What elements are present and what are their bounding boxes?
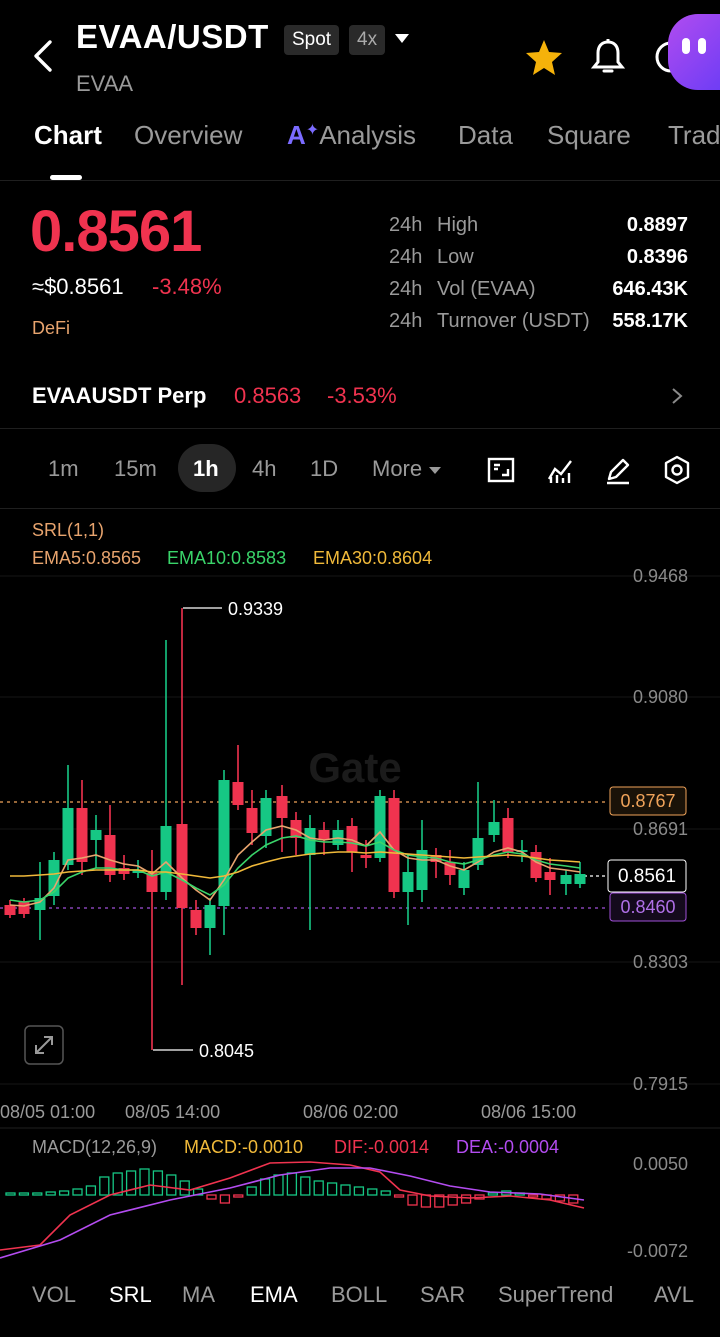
x-axis-tick: 08/06 15:00 xyxy=(481,1102,577,1122)
macd-bar xyxy=(313,1180,324,1196)
indicator-tab-sar[interactable]: SAR xyxy=(420,1282,465,1308)
indicator-tab-vol[interactable]: VOL xyxy=(32,1282,76,1308)
candle-body xyxy=(318,830,330,840)
macd-bar xyxy=(125,1170,137,1196)
candle-body xyxy=(48,860,60,896)
macd-label: MACD(12,26,9) xyxy=(32,1137,158,1157)
macd-histogram xyxy=(5,1168,579,1208)
macd-bar xyxy=(206,1194,217,1200)
candle-body xyxy=(304,828,316,855)
indicator-tab-avl[interactable]: AVL xyxy=(654,1282,694,1308)
candle-body xyxy=(374,796,386,858)
y-axis-tick: 0.7915 xyxy=(632,1074,688,1094)
macd-lines xyxy=(0,1161,585,1259)
candle-body xyxy=(246,808,258,833)
candle-body xyxy=(502,818,514,852)
candle-body xyxy=(276,796,288,818)
candle-body xyxy=(90,830,102,840)
indicator-tab-ema[interactable]: EMA xyxy=(250,1282,298,1308)
macd-bar xyxy=(527,1194,539,1198)
candle-body xyxy=(232,782,244,805)
candle-body xyxy=(76,808,88,862)
macd-bar xyxy=(367,1188,378,1196)
macd-bar xyxy=(460,1194,472,1204)
macd-bar xyxy=(353,1186,365,1196)
candle-body xyxy=(360,855,372,858)
y-axis-tick: 0.9468 xyxy=(632,566,688,586)
macd-bar xyxy=(72,1188,83,1196)
macd-bar xyxy=(300,1176,311,1196)
macd-bar xyxy=(166,1174,177,1196)
candle-body xyxy=(176,824,188,908)
x-axis-tick: 08/05 01:00 xyxy=(0,1102,96,1122)
macd-bar xyxy=(5,1192,16,1196)
macd-bar xyxy=(139,1168,150,1196)
gate-watermark: Gate xyxy=(308,744,401,791)
candlestick-chart[interactable]: Gate 0.9339 0.8045 0.8767 0.8561 0.8460 xyxy=(0,0,720,1262)
macd-bar xyxy=(246,1186,257,1196)
macd-bar xyxy=(45,1191,56,1196)
candle-body xyxy=(4,905,16,915)
y-axis-tick: 0.8691 xyxy=(632,819,688,839)
y-axis-tick: 0.9080 xyxy=(632,687,688,707)
indicator-tab-boll[interactable]: BOLL xyxy=(331,1282,387,1308)
candle-body xyxy=(530,852,542,878)
candle-body xyxy=(574,874,586,884)
macd-dea: DEA:-0.0004 xyxy=(456,1137,560,1157)
low-ref-value: 0.8460 xyxy=(620,897,675,917)
candle-body xyxy=(488,822,500,835)
min-price-label: 0.8045 xyxy=(199,1041,254,1061)
macd-bar xyxy=(233,1194,244,1198)
candle-body xyxy=(204,905,216,928)
macd-bar xyxy=(286,1172,298,1196)
candle-body xyxy=(160,826,172,892)
candle-body xyxy=(62,808,74,865)
x-axis-tick: 08/05 14:00 xyxy=(125,1102,221,1122)
macd-bar xyxy=(152,1170,164,1196)
macd-bar xyxy=(85,1185,97,1196)
macd-bar xyxy=(18,1192,30,1196)
candle-body xyxy=(544,872,556,880)
candle-body xyxy=(402,872,414,892)
macd-bar xyxy=(340,1184,351,1196)
indicator-tab-srl[interactable]: SRL xyxy=(109,1282,152,1308)
macd-bar xyxy=(58,1190,70,1196)
macd-bar xyxy=(393,1194,405,1198)
macd-bar xyxy=(179,1180,190,1196)
candle-body xyxy=(458,870,470,888)
candle-body xyxy=(560,875,572,884)
macd-bar xyxy=(259,1178,271,1196)
macd-bar xyxy=(380,1190,391,1196)
grid-lines xyxy=(0,575,720,1085)
indicator-tabs: VOL SRL MA EMA BOLL SAR SuperTrend AVL xyxy=(0,1262,720,1337)
indicator-tab-ma[interactable]: MA xyxy=(182,1282,215,1308)
macd-dif: DIF:-0.0014 xyxy=(334,1137,430,1157)
candle-body xyxy=(190,910,202,928)
expand-icon xyxy=(35,1036,53,1054)
macd-bar xyxy=(273,1174,284,1196)
macd-bar xyxy=(99,1176,110,1196)
macd-bar xyxy=(487,1192,499,1196)
macd-bar xyxy=(32,1192,43,1196)
high-ref-value: 0.8767 xyxy=(620,791,675,811)
x-axis-tick: 08/06 02:00 xyxy=(303,1102,399,1122)
macd-bar xyxy=(420,1194,432,1208)
macd-bar xyxy=(219,1194,231,1204)
indicator-tab-supertrend[interactable]: SuperTrend xyxy=(498,1282,613,1308)
macd-dea-line xyxy=(0,1167,585,1259)
macd-y-tick: 0.0050 xyxy=(632,1154,688,1174)
macd-y-tick: -0.0072 xyxy=(626,1241,688,1261)
candle-body xyxy=(18,902,30,914)
current-price-value: 0.8561 xyxy=(618,866,676,887)
max-price-label: 0.9339 xyxy=(228,599,283,619)
y-axis-tick: 0.8303 xyxy=(632,952,688,972)
macd-bar xyxy=(407,1194,418,1206)
macd-bar xyxy=(326,1182,338,1196)
macd-dif-line xyxy=(0,1161,585,1251)
macd-value: MACD:-0.0010 xyxy=(184,1137,304,1157)
